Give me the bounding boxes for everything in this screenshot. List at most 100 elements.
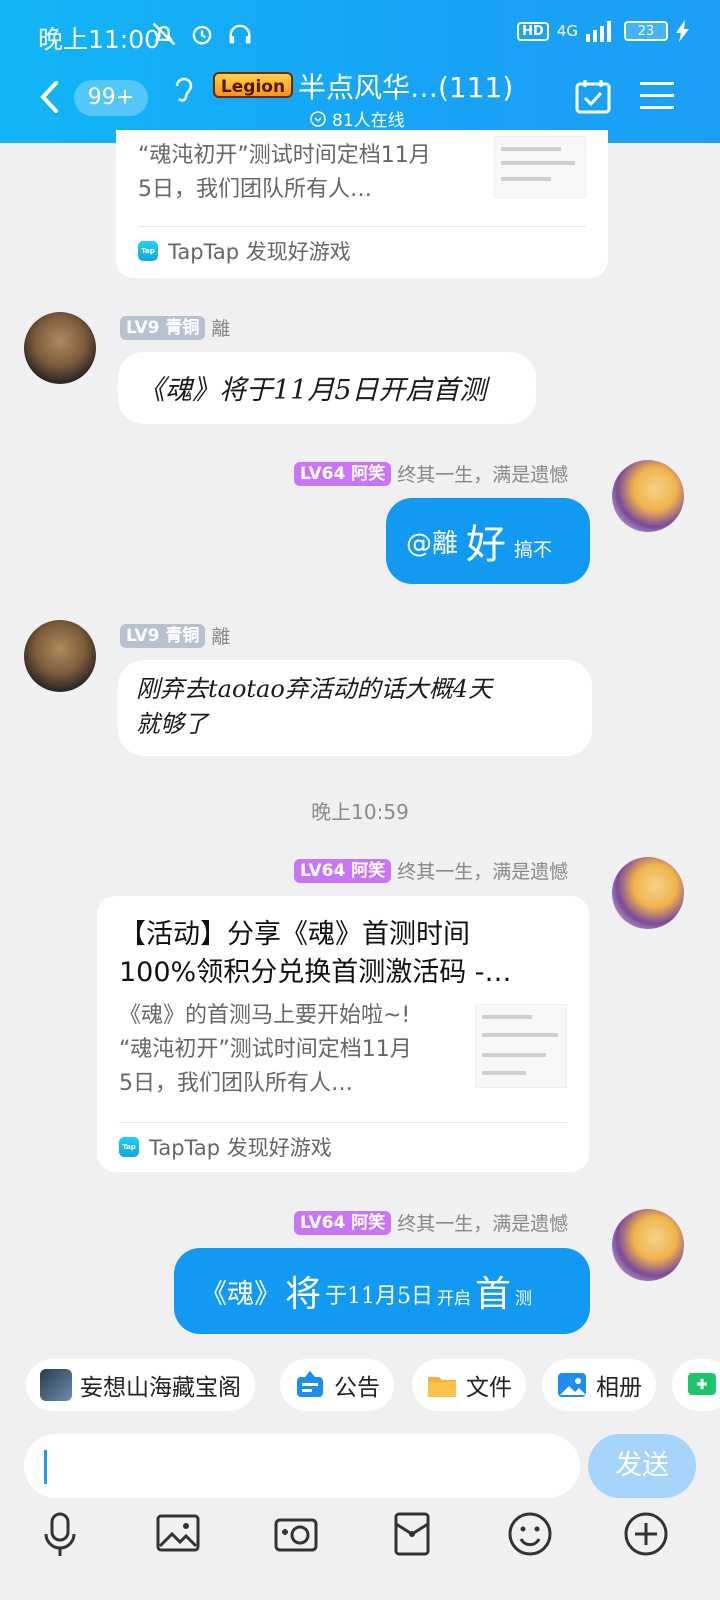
chip-files[interactable]: 文件: [412, 1359, 526, 1411]
chip-label: 相册: [596, 1375, 642, 1401]
message-text-large: 将: [285, 1274, 322, 1315]
chat-header: 晚上11:00 HD 4G 23 99+ Legion 半点风华…(111) 8…: [0, 0, 720, 143]
ear-mode-icon[interactable]: [171, 74, 197, 113]
sender-line: LV9 青铜 離: [120, 622, 230, 649]
message-bubble[interactable]: 刚弃去taotao弃活动的话大概4天 就够了: [118, 660, 592, 756]
card-source-label: TapTap 发现好游戏: [168, 240, 351, 264]
chip-label: 妄想山海藏宝阁: [80, 1375, 241, 1401]
shared-link-card[interactable]: 【活动】分享《魂》首测时间 100%领积分兑换首测激活码 -… 《魂》的首测马上…: [97, 896, 589, 1172]
message-text-small: 搞不: [514, 538, 553, 561]
green-plus-chip-icon: [688, 1373, 716, 1395]
calendar-check-icon[interactable]: [575, 78, 611, 114]
sender-line: LV64 阿笑 终其一生，满是遗憾: [294, 460, 568, 487]
sender-name: 终其一生，满是遗憾: [397, 861, 569, 883]
card-source: Tap TapTap 发现好游戏: [119, 1132, 332, 1162]
taptap-icon: Tap: [138, 241, 158, 261]
chip-album[interactable]: 相册: [542, 1359, 656, 1411]
level-badge: LV64 阿笑: [294, 461, 392, 486]
online-count[interactable]: 81人在线: [310, 106, 405, 131]
sender-name: 终其一生，满是遗憾: [397, 1213, 569, 1235]
card-lead-line: 《魂》的首测马上要开始啦~!: [119, 1003, 411, 1028]
text-caret: [44, 1450, 47, 1484]
avatar[interactable]: [612, 1209, 684, 1281]
status-bar: 晚上11:00 HD 4G 23: [38, 18, 690, 54]
level-badge: LV64 阿笑: [294, 1210, 392, 1235]
card-thumbnail: [475, 1004, 567, 1088]
unread-badge[interactable]: 99+: [74, 80, 148, 116]
chip-label: 公告: [334, 1375, 380, 1401]
camera-icon[interactable]: [270, 1508, 322, 1560]
sender-line: LV64 阿笑 终其一生，满是遗憾: [294, 857, 568, 884]
send-button[interactable]: 发送: [588, 1434, 696, 1498]
card-thumbnail: [494, 136, 586, 198]
shared-link-card[interactable]: “魂沌初开”测试时间定档11月 5日，我们团队所有人… Tap TapTap 发…: [116, 130, 608, 278]
chevron-down-icon: [310, 110, 326, 127]
hd-badge: HD: [517, 21, 549, 41]
message-text-small: 测: [515, 1288, 533, 1309]
chip-label: 文件: [466, 1375, 512, 1401]
card-lead-line: “魂沌初开”测试时间定档11月: [119, 1037, 412, 1062]
red-packet-icon[interactable]: [386, 1508, 438, 1560]
taptap-icon: Tap: [119, 1137, 139, 1157]
message-text-large: 首: [475, 1274, 512, 1315]
card-title: 【活动】分享《魂》首测时间 100%领积分兑换首测激活码 -…: [119, 919, 512, 988]
back-icon[interactable]: [38, 80, 62, 114]
sender-line: LV64 阿笑 终其一生，满是遗憾: [294, 1209, 568, 1236]
level-badge: LV9 青铜: [120, 315, 206, 340]
network-label: 4G: [556, 22, 578, 40]
album-icon: [558, 1373, 586, 1397]
message-text-small: 开启: [437, 1288, 472, 1309]
card-lead-line: 5日，我们团队所有人…: [119, 1071, 353, 1096]
message-text: 《魂》将于11月5日开启首测: [138, 375, 487, 406]
message-text: 《魂》: [200, 1278, 281, 1310]
chip-treasure-pavilion[interactable]: 妄想山海藏宝阁: [26, 1359, 255, 1411]
message-text-large: 好: [466, 522, 507, 568]
mention[interactable]: @離: [406, 523, 458, 560]
card-lead-line: “魂沌初开”测试时间定档11月: [138, 143, 431, 168]
sender-name: 離: [211, 318, 231, 340]
quick-action-bar: 妄想山海藏宝阁 公告 文件 相册: [0, 1353, 720, 1425]
card-lead-line: 5日，我们团队所有人…: [138, 177, 372, 202]
game-avatar-icon: [40, 1369, 72, 1401]
folder-icon: [428, 1377, 456, 1397]
card-source: Tap TapTap 发现好游戏: [138, 236, 351, 266]
clock: 晚上11:00: [38, 25, 161, 54]
image-icon[interactable]: [152, 1508, 204, 1560]
online-label: 81人在线: [332, 111, 405, 131]
group-title[interactable]: 半点风华…(111): [298, 66, 513, 106]
message-text: 于11月5日: [325, 1284, 434, 1309]
card-source-label: TapTap 发现好游戏: [149, 1136, 332, 1160]
group-tag: Legion: [213, 72, 293, 98]
level-badge: LV64 阿笑: [294, 858, 392, 883]
charging-icon: [676, 20, 689, 42]
avatar[interactable]: [612, 857, 684, 929]
mute-notification-icon: [152, 22, 176, 46]
announcement-icon: [297, 1371, 323, 1397]
input-row: 发送: [0, 1432, 720, 1502]
sender-name: 终其一生，满是遗憾: [397, 464, 569, 486]
menu-icon[interactable]: [640, 80, 674, 112]
plus-icon[interactable]: [620, 1508, 672, 1560]
avatar[interactable]: [24, 620, 96, 692]
chip-more[interactable]: [672, 1359, 720, 1411]
sender-line: LV9 青铜 離: [120, 314, 230, 341]
signal-icon: [586, 21, 611, 42]
message-text: 刚弃去taotao弃活动的话大概4天: [136, 675, 493, 703]
microphone-icon[interactable]: [34, 1508, 86, 1560]
message-text: 就够了: [136, 710, 208, 738]
emoji-icon[interactable]: [504, 1508, 556, 1560]
avatar[interactable]: [24, 312, 96, 384]
alarm-icon: [192, 25, 212, 45]
headset-icon: [229, 24, 251, 44]
level-badge: LV9 青铜: [120, 623, 206, 648]
sender-name: 離: [211, 626, 231, 648]
message-bubble[interactable]: 《魂》将于11月5日开启首测: [118, 352, 536, 424]
battery-icon: 23: [624, 21, 668, 41]
message-bubble[interactable]: @離 好 搞不: [386, 498, 590, 584]
bottom-toolbar: [0, 1508, 720, 1578]
avatar[interactable]: [612, 460, 684, 532]
message-input[interactable]: [24, 1434, 580, 1498]
chip-announcement[interactable]: 公告: [280, 1359, 394, 1411]
timestamp: 晚上10:59: [311, 800, 409, 824]
message-bubble[interactable]: 《魂》 将 于11月5日 开启 首 测: [174, 1248, 590, 1334]
